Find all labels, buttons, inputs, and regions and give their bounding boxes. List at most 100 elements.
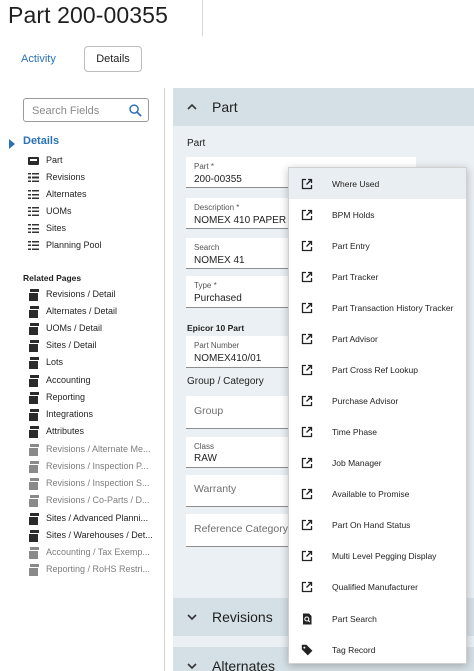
search-fields-input[interactable] (32, 103, 122, 119)
menu-item-part-entry[interactable]: Part Entry (289, 230, 466, 261)
menu-item-part-tracker[interactable]: Part Tracker (289, 261, 466, 292)
related-page-label: Sites / Advanced Planni... (46, 513, 149, 523)
external-link-icon (301, 333, 313, 344)
menu-item-label: Multi Level Pegging Display (332, 550, 437, 561)
field-value: RAW (194, 453, 217, 464)
external-link-icon (301, 581, 313, 592)
menu-item-multi-level-pegging-display[interactable]: Multi Level Pegging Display (289, 540, 466, 571)
nav-item-sites[interactable]: Sites (28, 220, 66, 236)
menu-item-purchase-advisor[interactable]: Purchase Advisor (289, 385, 466, 416)
tab-details[interactable]: Details (84, 46, 142, 72)
menu-item-label: BPM Holds (332, 209, 375, 220)
group-heading-part: Part (187, 138, 206, 149)
external-link-icon (301, 209, 313, 220)
related-page-item[interactable]: Alternates / Detail (28, 303, 117, 319)
menu-item-qualified-manufacturer[interactable]: Qualified Manufacturer (289, 571, 466, 602)
external-link-icon (301, 364, 313, 375)
field-placeholder: Group (194, 405, 224, 417)
related-page-label: Revisions / Co-Parts / D... (46, 495, 150, 505)
pages-icon (28, 356, 39, 370)
group-heading-epicor: Epicor 10 Part (187, 323, 245, 333)
chevron-down-icon[interactable] (186, 611, 198, 623)
pages-icon (28, 443, 39, 457)
related-page-label: Sites / Warehouses / Det... (46, 530, 153, 540)
pages-icon (28, 425, 39, 439)
menu-item-part-transaction-history-tracker[interactable]: Part Transaction History Tracker (289, 292, 466, 323)
card-icon (28, 157, 39, 165)
pages-icon (28, 512, 39, 526)
related-page-item[interactable]: Sites / Detail (28, 337, 97, 353)
menu-item-bpm-holds[interactable]: BPM Holds (289, 199, 466, 230)
field-value: NOMEX 41 (194, 255, 245, 266)
related-page-item-disabled: Reporting / RoHS Restri... (28, 561, 150, 577)
field-value: Purchased (194, 293, 242, 304)
menu-item-part-on-hand-status[interactable]: Part On Hand Status (289, 509, 466, 540)
related-page-item-disabled: Revisions / Alternate Me... (28, 441, 151, 457)
nav-item-alternates[interactable]: Alternates (28, 186, 87, 202)
section-header-part[interactable]: Part (173, 88, 474, 126)
nav-item-planning-pool[interactable]: Planning Pool (28, 237, 102, 253)
pages-icon (28, 391, 39, 405)
menu-item-label: Part Transaction History Tracker (332, 302, 454, 313)
related-pages-heading: Related Pages (23, 273, 82, 283)
pages-icon (28, 460, 39, 474)
related-page-label: Accounting (46, 375, 91, 385)
search-fields-box[interactable] (23, 98, 149, 122)
related-page-item[interactable]: UOMs / Detail (28, 320, 102, 336)
field-label: Class (194, 442, 215, 451)
field-value: 200-00355 (194, 174, 242, 185)
field-value: NOMEX 410 PAPER .0 (194, 215, 298, 226)
chevron-up-icon[interactable] (186, 101, 198, 113)
nav-item-uoms[interactable]: UOMs (28, 203, 72, 219)
external-link-icon (301, 457, 313, 468)
related-page-item[interactable]: Integrations (28, 406, 93, 422)
menu-item-where-used[interactable]: Where Used (289, 168, 466, 199)
related-page-label: Integrations (46, 409, 94, 419)
related-page-item[interactable]: Attributes (28, 423, 84, 439)
related-page-item[interactable]: Revisions / Detail (28, 286, 116, 302)
related-page-item[interactable]: Sites / Advanced Planni... (28, 510, 148, 526)
chevron-down-icon[interactable] (186, 660, 198, 671)
related-page-item[interactable]: Accounting (28, 372, 91, 388)
related-page-item[interactable]: Reporting (28, 389, 85, 405)
pages-icon (28, 563, 39, 577)
pages-icon (28, 374, 39, 388)
related-page-label: Revisions / Inspection P... (46, 461, 149, 471)
pages-icon (28, 494, 39, 508)
nav-item-label: UOMs (46, 206, 72, 216)
search-icon[interactable] (128, 103, 143, 118)
nav-item-part[interactable]: Part (28, 152, 63, 168)
list-icon (28, 223, 39, 234)
related-page-item[interactable]: Lots (28, 354, 63, 370)
external-link-icon (301, 178, 313, 189)
part-context-menu: Where Used BPM Holds Part Entry Part Tra… (288, 167, 467, 664)
menu-item-label: Part Tracker (332, 271, 379, 282)
menu-item-label: Part Advisor (332, 333, 378, 344)
related-page-item-disabled: Revisions / Co-Parts / D... (28, 492, 150, 508)
pages-icon (28, 546, 39, 560)
menu-item-label: Part Cross Ref Lookup (332, 364, 418, 375)
menu-item-available-to-promise[interactable]: Available to Promise (289, 478, 466, 509)
header-divider (202, 0, 203, 36)
nav-item-label: Planning Pool (46, 240, 102, 250)
nav-item-revisions[interactable]: Revisions (28, 169, 85, 185)
menu-item-job-manager[interactable]: Job Manager (289, 447, 466, 478)
section-title: Revisions (212, 609, 273, 625)
menu-item-part-advisor[interactable]: Part Advisor (289, 323, 466, 354)
tag-icon (301, 644, 313, 655)
menu-item-label: Part Entry (332, 240, 370, 251)
field-navigation-panel: Details Part Revisions Alternates UOMs S… (0, 88, 165, 671)
related-page-label: Reporting / RoHS Restri... (46, 564, 151, 574)
nav-item-label: Alternates (46, 189, 87, 199)
menu-item-part-search[interactable]: Part Search (289, 603, 466, 634)
menu-item-tag-record[interactable]: Tag Record (289, 634, 466, 665)
pages-icon (28, 288, 39, 302)
list-icon (28, 206, 39, 217)
menu-item-part-cross-ref-lookup[interactable]: Part Cross Ref Lookup (289, 354, 466, 385)
menu-item-time-phase[interactable]: Time Phase (289, 416, 466, 447)
tab-activity[interactable]: Activity (21, 53, 56, 65)
details-heading[interactable]: Details (23, 135, 59, 147)
related-page-label: Alternates / Detail (46, 306, 118, 316)
field-placeholder: Reference Category (194, 523, 288, 535)
related-page-item[interactable]: Sites / Warehouses / Det... (28, 527, 153, 543)
